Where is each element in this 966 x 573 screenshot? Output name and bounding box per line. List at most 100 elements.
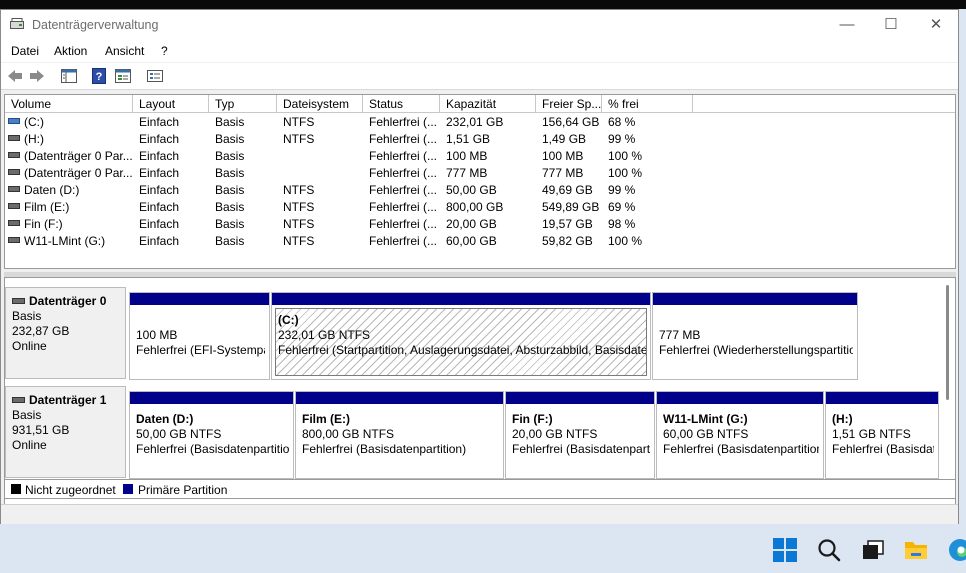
- volume-cell: 100 %: [608, 234, 643, 248]
- menu-ansicht[interactable]: Ansicht: [105, 44, 144, 58]
- volume-cell: 156,64 GB: [542, 115, 599, 129]
- title-bar[interactable]: Datenträgerverwaltung — ☐ ✕: [1, 10, 958, 40]
- volume-cell: (Datenträger 0 Par...: [24, 149, 132, 163]
- volume-cell: Einfach: [139, 149, 180, 163]
- disk-1-size: 931,51 GB: [12, 423, 70, 437]
- volume-row[interactable]: W11-LMint (G:) Einfach Basis NTFS Fehlerfrei…: [5, 232, 955, 249]
- col-header-freier-speicher[interactable]: Freier Sp...: [542, 97, 601, 111]
- volume-drive-icon: [8, 203, 20, 209]
- volume-cell: (C:): [24, 115, 44, 129]
- partition-name: [659, 313, 853, 328]
- list-view-icon[interactable]: [147, 68, 163, 84]
- volume-cell: (H:): [24, 132, 44, 146]
- windows-start-icon[interactable]: [772, 537, 798, 563]
- volume-row[interactable]: Fin (F:) Einfach Basis NTFS Fehlerfrei (... 2…: [5, 215, 955, 232]
- volume-cell: Fehlerfrei (...: [369, 217, 437, 231]
- search-icon[interactable]: [816, 537, 842, 563]
- volume-cell: 1,49 GB: [542, 132, 587, 146]
- console-tree-icon[interactable]: [61, 68, 77, 84]
- edge-icon[interactable]: [946, 537, 966, 563]
- volume-row[interactable]: (Datenträger 0 Par... Einfach Basis Fehlerf…: [5, 147, 955, 164]
- forward-arrow-icon[interactable]: [29, 68, 45, 84]
- volume-cell: Einfach: [139, 234, 180, 248]
- volume-cell: 50,00 GB: [446, 183, 497, 197]
- col-header-layout[interactable]: Layout: [139, 97, 175, 111]
- maximize-button[interactable]: ☐: [869, 14, 913, 36]
- volume-cell: Einfach: [139, 166, 180, 180]
- partition-name: Daten (D:): [136, 412, 194, 426]
- menu-datei[interactable]: Datei: [11, 44, 39, 58]
- volume-row[interactable]: (H:) Einfach Basis NTFS Fehlerfrei (... 1,51 …: [5, 130, 955, 147]
- volume-cell: Fehlerfrei (...: [369, 200, 437, 214]
- volume-cell: Basis: [215, 183, 245, 197]
- disk-0-partition-efi[interactable]: 100 MB Fehlerfrei (EFI-Systempartition): [129, 292, 270, 380]
- volume-drive-icon: [8, 135, 20, 141]
- disk-1-partition-d[interactable]: Daten (D:) 50,00 GB NTFS Fehlerfrei (Bas…: [129, 391, 294, 479]
- disk-0-state: Online: [12, 339, 47, 353]
- partition-status: Fehlerfrei (Wiederherstellungspartition): [659, 343, 853, 357]
- disk-0-name: Datenträger 0: [29, 294, 107, 308]
- partition-size: 1,51 GB NTFS: [832, 427, 911, 441]
- back-arrow-icon[interactable]: [7, 68, 23, 84]
- volume-row[interactable]: (C:) Einfach Basis NTFS Fehlerfrei (... 232,0…: [5, 113, 955, 130]
- volume-row[interactable]: Film (E:) Einfach Basis NTFS Fehlerfrei (...…: [5, 198, 955, 215]
- volume-drive-icon: [8, 220, 20, 226]
- minimize-button[interactable]: —: [825, 14, 869, 36]
- volume-drive-icon: [8, 237, 20, 243]
- partition-status: Fehlerfrei (Basisdatenpartition): [512, 442, 650, 456]
- disk-0-size: 232,87 GB: [12, 324, 70, 338]
- col-header-kapazitaet[interactable]: Kapazität: [446, 97, 496, 111]
- volume-cell: NTFS: [283, 200, 315, 214]
- volume-cell: Basis: [215, 166, 245, 180]
- partition-status: Fehlerfrei (Basisdatenpartition): [832, 442, 934, 456]
- volume-cell: Fehlerfrei (...: [369, 166, 437, 180]
- disk-0-partition-recovery[interactable]: 777 MB Fehlerfrei (Wiederherstellungspar…: [652, 292, 858, 380]
- disk-1-label[interactable]: Datenträger 1 Basis 931,51 GB Online: [5, 386, 126, 478]
- properties-icon[interactable]: [115, 68, 131, 84]
- volume-row[interactable]: (Datenträger 0 Par... Einfach Basis Fehlerf…: [5, 164, 955, 181]
- volume-cell: Basis: [215, 200, 245, 214]
- partition-size: 800,00 GB NTFS: [302, 427, 395, 441]
- partition-size: 777 MB: [659, 328, 701, 342]
- volume-cell: NTFS: [283, 115, 315, 129]
- file-explorer-icon[interactable]: [903, 537, 929, 563]
- volume-cell: NTFS: [283, 132, 315, 146]
- volume-cell: Einfach: [139, 183, 180, 197]
- menu-aktion[interactable]: Aktion: [54, 44, 87, 58]
- close-button[interactable]: ✕: [914, 14, 958, 36]
- volume-drive-icon: [8, 169, 20, 175]
- volume-cell: 777 MB: [542, 166, 584, 180]
- volume-cell: Fin (F:): [24, 217, 63, 231]
- partition-status: Fehlerfrei (Startpartition, Auslagerungs…: [278, 343, 646, 357]
- disk-1-partition-g[interactable]: W11-LMint (G:) 60,00 GB NTFS Fehlerfrei …: [656, 391, 824, 479]
- svg-text:?: ?: [96, 71, 103, 83]
- status-bar: [1, 504, 958, 524]
- volume-cell: Fehlerfrei (...: [369, 132, 437, 146]
- toolbar: ?: [1, 63, 958, 90]
- task-view-icon[interactable]: [860, 537, 886, 563]
- menu-help[interactable]: ?: [161, 44, 168, 58]
- disk-1-partition-h[interactable]: (H:) 1,51 GB NTFS Fehlerfrei (Basisdaten…: [825, 391, 939, 479]
- col-header-dateisystem[interactable]: Dateisystem: [283, 97, 349, 111]
- help-icon[interactable]: ?: [92, 68, 106, 84]
- menu-bar: Datei Aktion Ansicht ?: [1, 40, 958, 62]
- disk-0-partition-c[interactable]: (C:) 232,01 GB NTFS Fehlerfrei (Startpar…: [271, 292, 651, 380]
- col-header-status[interactable]: Status: [369, 97, 403, 111]
- volume-cell: 98 %: [608, 217, 636, 231]
- volume-cell: 49,69 GB: [542, 183, 593, 197]
- disk-1-partition-e[interactable]: Film (E:) 800,00 GB NTFS Fehlerfrei (Bas…: [295, 391, 504, 479]
- disk-0-label[interactable]: Datenträger 0 Basis 232,87 GB Online: [5, 287, 126, 379]
- volume-row[interactable]: Daten (D:) Einfach Basis NTFS Fehlerfrei (..…: [5, 181, 955, 198]
- volume-cell: 777 MB: [446, 166, 488, 180]
- volume-cell: Fehlerfrei (...: [369, 115, 437, 129]
- volume-cell: Fehlerfrei (...: [369, 234, 437, 248]
- volume-cell: 800,00 GB: [446, 200, 504, 214]
- col-header-typ[interactable]: Typ: [215, 97, 234, 111]
- volume-drive-icon: [8, 186, 20, 192]
- disk-pane-scrollbar-thumb[interactable]: [946, 285, 949, 400]
- col-header-prozent-frei[interactable]: % frei: [608, 97, 639, 111]
- col-header-volume[interactable]: Volume: [11, 97, 51, 111]
- disk-1-partition-f[interactable]: Fin (F:) 20,00 GB NTFS Fehlerfrei (Basis…: [505, 391, 655, 479]
- window-title: Datenträgerverwaltung: [32, 18, 159, 32]
- legend-label-primary: Primäre Partition: [138, 483, 228, 497]
